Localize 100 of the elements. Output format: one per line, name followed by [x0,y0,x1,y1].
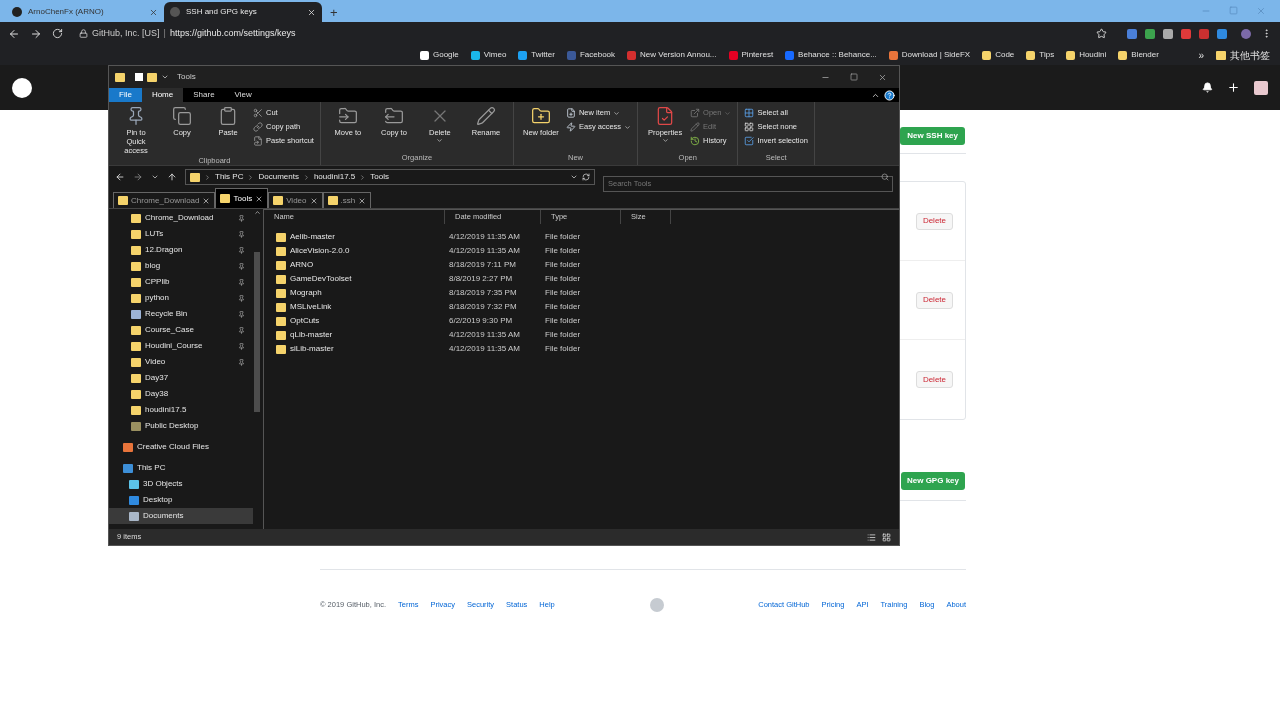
date-cell-text: 4/12/2019 11:35 AM [448,245,522,257]
close-icon[interactable] [309,196,318,205]
extension-icon[interactable] [1127,28,1137,39]
sidebar-item[interactable]: Course_Case [109,322,253,338]
sidebar-item[interactable]: This PC [109,460,253,476]
caret-icon[interactable] [161,73,169,81]
bookmark[interactable]: 其他书签 [1216,47,1270,63]
ribbon-tab[interactable]: Home [141,88,184,102]
sidebar-item[interactable]: Public Desktop [109,418,253,434]
bookmark[interactable]: Behance :: Behance... [785,49,877,61]
checkbox-icon[interactable] [135,73,143,81]
close-icon[interactable] [255,194,264,203]
close-icon[interactable] [307,7,316,17]
extension-icon[interactable] [1199,28,1209,39]
sidebar-item[interactable]: Houdini_Course [109,338,253,354]
ribbon-tab[interactable]: View [224,88,262,102]
tiles-view-icon[interactable] [882,532,891,542]
browser-tab[interactable]: ArnoChenFx (ARNO) [6,2,164,22]
file-name: GameDevToolset [290,273,352,285]
reload-icon[interactable] [52,28,63,39]
more-bookmarks-button[interactable]: » [1198,47,1204,63]
bookmark[interactable]: Tips [1026,49,1055,61]
folder-tab[interactable]: Tools [215,188,269,208]
folder-tab[interactable]: Video [268,192,323,208]
forward-icon[interactable] [30,27,42,40]
breadcrumb[interactable]: Documents [258,171,299,183]
plus-icon[interactable] [1227,81,1240,94]
sidebar-item[interactable]: Documents [109,508,253,524]
close-icon[interactable] [149,7,158,17]
extension-icon[interactable] [1145,28,1155,39]
file-row[interactable]: qLib-master 4/12/2019 11:35 AM File folder [264,328,899,342]
sidebar-item[interactable]: LUTs [109,226,253,242]
ribbon-tab[interactable]: Share [183,88,225,102]
breadcrumb[interactable]: houdini17.5 [313,171,356,183]
file-row[interactable]: AliceVision-2.0.0 4/12/2019 11:35 AM File folder [264,244,899,258]
bookmark[interactable]: Twitter [518,49,555,61]
back-icon[interactable] [8,27,20,40]
extension-icon[interactable] [1163,28,1173,39]
ribbon-tab[interactable]: File [109,88,142,102]
folder-tab[interactable]: Chrome_Download [113,192,216,208]
sidebar-item[interactable]: python [109,290,253,306]
help-icon[interactable] [884,89,895,101]
extension-icon[interactable] [1181,28,1191,39]
file-row[interactable]: ARNO 8/18/2019 7:11 PM File folder [264,258,899,272]
sidebar-item[interactable]: Day37 [109,370,253,386]
chevron-icon [204,173,211,181]
close-icon[interactable] [202,196,211,205]
sidebar-item[interactable]: Chrome_Download [109,210,253,226]
details-view-icon[interactable] [867,532,876,542]
delete-button[interactable]: Delete [915,371,953,388]
bookmark[interactable]: Code [982,49,1015,61]
sidebar-item[interactable]: Creative Cloud Files [109,439,253,455]
bookmark[interactable]: Facebook [566,49,616,61]
file-row[interactable]: Mograph 8/18/2019 7:35 PM File folder [264,286,899,300]
bookmark[interactable]: Pinterest [728,49,774,61]
sidebar-item[interactable]: Day38 [109,386,253,402]
sidebar-item[interactable]: houdini17.5 [109,402,253,418]
breadcrumb[interactable]: This PC [215,171,244,183]
sidebar-item[interactable]: 3D Objects [109,476,253,492]
new-tab-button[interactable]: + [330,6,338,19]
file-row[interactable]: OptCuts 6/2/2019 9:30 PM File folder [264,314,899,328]
profile-icon[interactable] [1241,28,1251,39]
sidebar-item[interactable]: blog [109,258,253,274]
sidebar-item[interactable]: CPPlib [109,274,253,290]
sidebar-item[interactable]: Recycle Bin [109,306,253,322]
browser-tab[interactable]: SSH and GPG keys [164,2,322,22]
bell-icon[interactable] [1202,82,1213,93]
delete-button[interactable]: Delete [915,291,953,309]
up-icon[interactable] [167,172,177,182]
file-row[interactable]: MSLiveLink 8/18/2019 7:32 PM File folder [264,300,899,314]
bookmark[interactable]: Google [420,49,459,61]
caret-icon[interactable] [570,173,578,181]
folder-tab[interactable]: .ssh [322,192,372,208]
avatar-icon[interactable] [1254,80,1268,95]
close-icon[interactable] [878,72,887,82]
bookmark[interactable]: Download | SideFX [888,49,971,61]
sidebar-item[interactable]: Video [109,354,253,370]
refresh-icon[interactable] [582,173,590,181]
breadcrumb[interactable]: Tools [370,171,389,183]
file-row[interactable]: siLib-master 4/12/2019 11:35 AM File folder [264,342,899,356]
file-row[interactable]: GameDevToolset 8/8/2019 2:27 PM File folder [264,272,899,286]
type-cell-text: File folder [544,231,582,243]
back-icon[interactable] [115,172,125,182]
sidebar-item[interactable]: Desktop [109,492,253,508]
maximize-icon[interactable] [850,72,858,81]
bookmark[interactable]: Houdini [1066,49,1107,61]
extension-icon[interactable] [1217,28,1227,39]
delete-button[interactable]: Delete [915,212,953,230]
date-cell-text: 8/18/2019 7:35 PM [448,287,518,299]
bookmark[interactable]: Blender [1118,49,1159,61]
recent-icon[interactable] [151,173,159,181]
scroll-up-icon[interactable] [253,209,261,216]
bookmark[interactable]: New Version Annou... [627,49,717,61]
close-icon[interactable] [358,196,367,205]
star-icon[interactable] [1096,28,1107,39]
forward-icon[interactable] [133,172,143,182]
sidebar-item[interactable]: 12.Dragon [109,242,253,258]
address-bar[interactable]: This PC Documents houdini17.5 Tools [185,169,595,185]
file-row[interactable]: Aelib-master 4/12/2019 11:35 AM File folder [264,230,899,244]
bookmark[interactable]: Vimeo [470,49,507,61]
